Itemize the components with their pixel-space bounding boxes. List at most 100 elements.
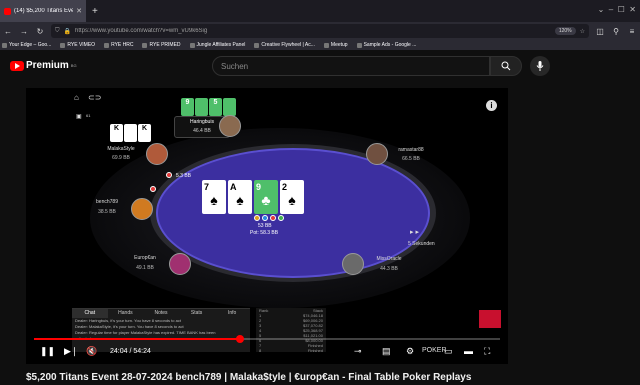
player-avatar xyxy=(146,143,168,165)
bookmark-item[interactable]: Creative Flywheel | Ac... xyxy=(254,42,315,48)
region-code: BG xyxy=(70,63,77,68)
address-bar[interactable]: ⛉ 🔒 https://www.youtube.com/watch?v=wm_v… xyxy=(51,24,589,38)
seat-stack: 44.3 BB xyxy=(380,266,398,272)
board-card: 9 ♣ xyxy=(254,180,278,214)
bookmark-item[interactable]: RYE HRC xyxy=(104,42,133,48)
bet-chip-icon xyxy=(166,172,172,178)
chip-icon xyxy=(278,215,284,221)
search-button[interactable] xyxy=(490,56,522,76)
browser-nav-bar: ← → ↻ ⛉ 🔒 https://www.youtube.com/watch?… xyxy=(0,22,640,40)
tab-list-icon[interactable]: ⌄ – ☐ ✕ xyxy=(598,5,636,14)
miniplayer-icon[interactable]: ▭ xyxy=(444,346,453,357)
bookmark-item[interactable]: RYE VIMEO xyxy=(60,42,95,48)
pot-label: Pot: 58.3 BB xyxy=(250,230,279,236)
table-menu-icon[interactable]: ▣ xyxy=(76,113,82,120)
next-icon[interactable]: ▶❘ xyxy=(64,346,78,357)
bookmark-item[interactable]: Meetup xyxy=(323,42,348,48)
seat-name: bench789 xyxy=(96,199,118,205)
bookmark-favicon-icon xyxy=(356,42,362,48)
player-avatar xyxy=(342,253,364,275)
board-card: A ♠ xyxy=(228,180,252,214)
mute-icon[interactable]: 🔇 xyxy=(86,346,97,357)
reload-icon[interactable]: ↻ xyxy=(35,27,45,36)
tab-stats[interactable]: Stats xyxy=(179,309,215,318)
tab-notes[interactable]: Notes xyxy=(143,309,179,318)
seat-name: MalakaStyle xyxy=(107,146,135,152)
progress-bar[interactable] xyxy=(34,335,500,343)
bookmark-favicon-icon xyxy=(2,42,7,48)
countdown-timer: 5 Sekunden xyxy=(408,241,435,247)
play-timer-icon[interactable]: ▸ ▸ xyxy=(410,228,419,236)
pocket-icon[interactable]: ◫ xyxy=(595,27,605,36)
hole-card xyxy=(223,98,236,116)
progress-scrubber[interactable] xyxy=(236,335,245,343)
close-tab-icon[interactable]: ✕ xyxy=(76,7,82,15)
center-bet: 53 BB xyxy=(258,223,272,229)
board-card: 7 ♠ xyxy=(202,180,226,214)
back-icon[interactable]: ← xyxy=(3,27,13,36)
home-icon[interactable]: ⌂ xyxy=(74,93,79,102)
browser-tab-active[interactable]: (14) $5,200 Titans Event 28-07- ✕ xyxy=(0,0,86,22)
bookmark-favicon-icon xyxy=(254,42,260,48)
bookmark-favicon-icon xyxy=(323,42,329,48)
board-card-rank: 2 xyxy=(282,182,288,192)
autoplay-toggle-icon[interactable]: ⊸ xyxy=(354,346,362,357)
chip-icon xyxy=(270,215,276,221)
overlay-brand-text: POKER xyxy=(422,347,447,354)
extensions-icon[interactable]: ⚲ xyxy=(611,27,621,36)
browser-tab-bar: (14) $5,200 Titans Event 28-07- ✕ + ⌄ – … xyxy=(0,0,640,22)
tab-hands[interactable]: Hands xyxy=(108,309,144,318)
tab-info[interactable]: Info xyxy=(214,309,250,318)
board-card-rank: A xyxy=(230,182,237,192)
bookmark-item[interactable]: Jungle Affiliates Panel xyxy=(189,42,245,48)
pokerstars-logo-icon xyxy=(479,310,501,328)
lock-icon[interactable]: 🔒 xyxy=(64,28,71,35)
url-text[interactable]: https://www.youtube.com/watch?v=wm_vU9k6… xyxy=(75,28,551,34)
bookmark-favicon-icon xyxy=(60,42,66,48)
bookmark-star-icon[interactable]: ☆ xyxy=(580,28,585,35)
player-controls: ❚❚ ▶❘ 🔇 24:04 / 54:24 ⊸ ▤ ⚙ POKER ▭ ▬ ⛶ xyxy=(26,335,508,364)
subtitles-icon[interactable]: ▤ xyxy=(382,346,391,357)
bookmark-favicon-icon xyxy=(189,42,195,48)
forward-icon[interactable]: → xyxy=(19,27,29,36)
video-title: $5,200 Titans Event 28-07-2024 bench789 … xyxy=(26,372,472,383)
seat-stack: 66.5 BB xyxy=(402,156,420,162)
spade-icon: ♠ xyxy=(288,192,296,208)
search-input[interactable]: Suchen xyxy=(212,56,490,76)
fullscreen-icon[interactable]: ⛶ xyxy=(484,346,490,357)
voice-search-button[interactable] xyxy=(530,56,550,76)
seat-name: ramastar88 xyxy=(398,147,424,153)
chip-icon xyxy=(262,215,268,221)
bookmark-favicon-icon xyxy=(104,42,110,48)
board-card: 2 ♠ xyxy=(280,180,304,214)
theater-icon[interactable]: ▬ xyxy=(464,346,473,356)
chip-icon xyxy=(254,215,260,221)
youtube-logo[interactable]: Premium BG xyxy=(10,60,77,71)
new-tab-button[interactable]: + xyxy=(92,6,98,17)
bookmark-item[interactable]: Sample Ads - Google ... xyxy=(356,42,416,48)
time-display: 24:04 / 54:24 xyxy=(110,348,151,355)
shield-icon[interactable]: ⛉ xyxy=(55,28,60,35)
seat-stack: 38.5 BB xyxy=(98,209,116,215)
spade-icon: ♠ xyxy=(210,192,218,208)
hole-card: K xyxy=(138,124,151,142)
zoom-badge[interactable]: 120% xyxy=(554,27,576,35)
menu-icon[interactable]: ≡ xyxy=(627,27,637,36)
youtube-header: Premium BG Suchen xyxy=(0,50,640,83)
seat-name: MissOracle xyxy=(376,256,402,262)
pause-icon[interactable]: ❚❚ xyxy=(40,346,55,357)
hole-card: 9 xyxy=(181,98,194,116)
settings-icon[interactable]: ⚙ xyxy=(406,346,414,357)
video-player[interactable]: ⌂ ⊂⊃ ▣ 61 i 9 5 Haringbuis 46.4 BB K K M… xyxy=(26,88,508,364)
info-icon[interactable]: i xyxy=(486,100,497,111)
hole-card xyxy=(195,98,208,116)
toggle-icon[interactable]: ⊂⊃ xyxy=(88,93,101,102)
youtube-play-icon xyxy=(10,60,24,71)
bookmark-favicon-icon xyxy=(142,42,148,48)
panel-tabs: Chat Hands Notes Stats Info xyxy=(72,309,250,318)
bookmark-item[interactable]: RYE PRIMED xyxy=(142,42,181,48)
bet-amount: 5.3 BB xyxy=(176,173,192,179)
board-card-rank: 9 xyxy=(256,182,262,192)
tab-chat[interactable]: Chat xyxy=(72,309,108,318)
bookmark-item[interactable]: Your Edge – Goo... xyxy=(2,42,51,48)
